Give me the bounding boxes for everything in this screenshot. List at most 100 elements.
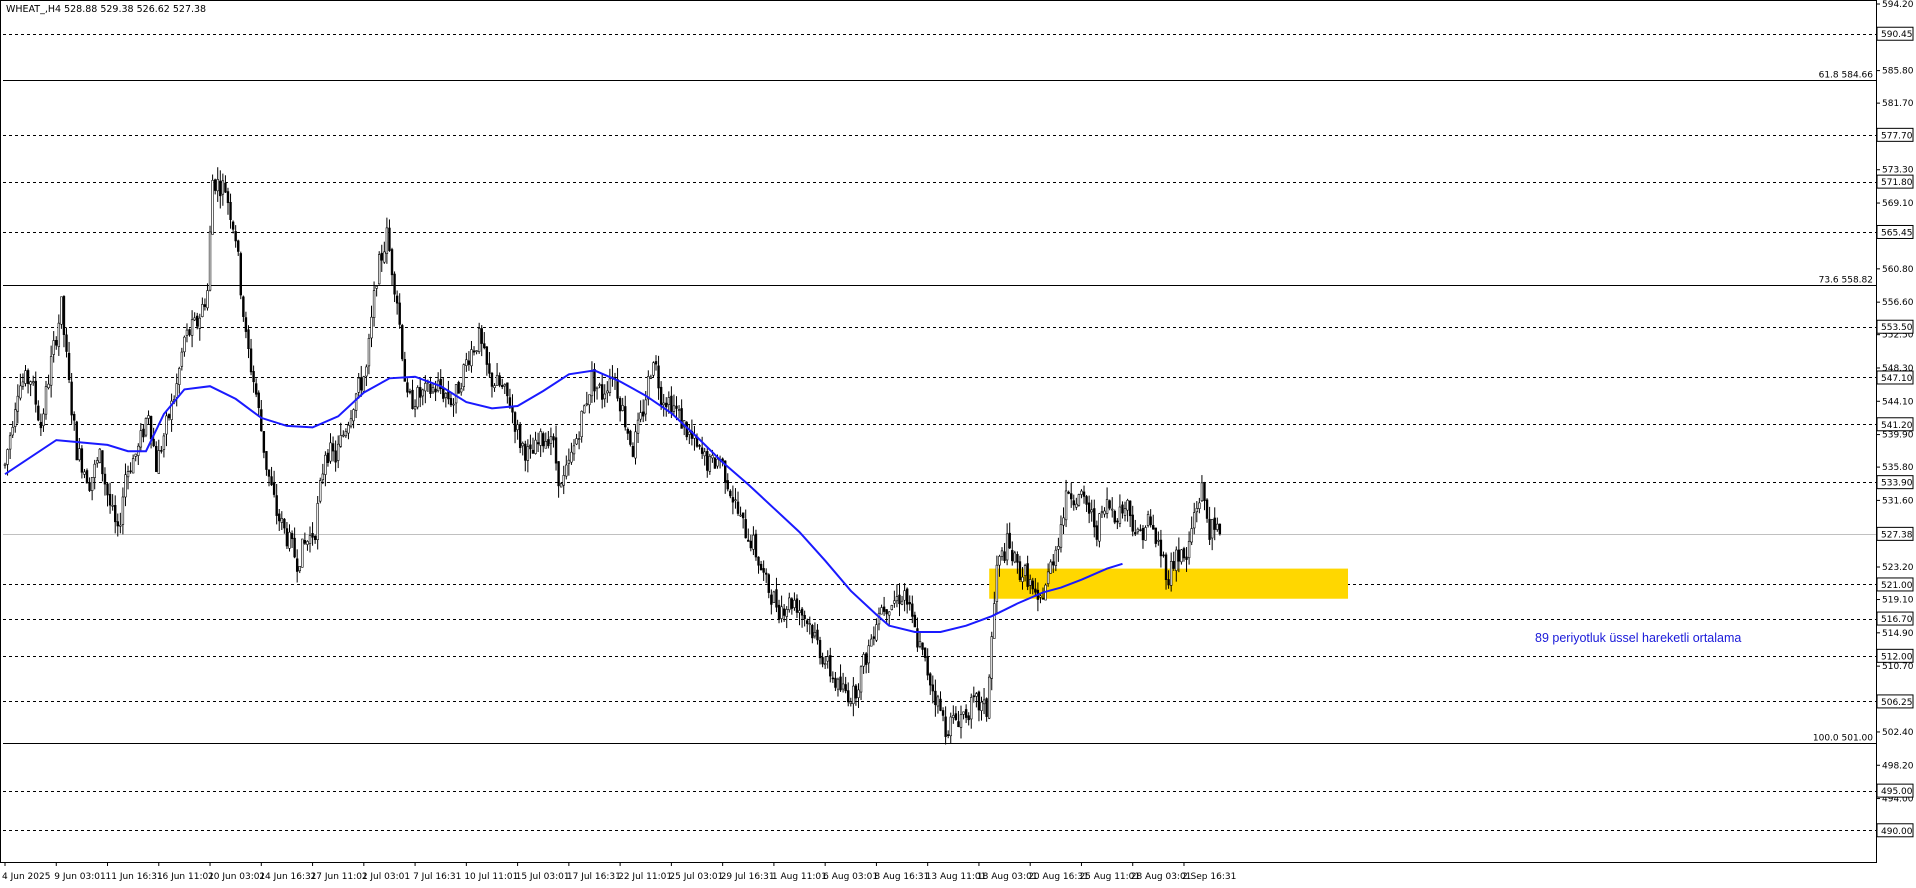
svg-text:541.20: 541.20 [1881, 421, 1913, 431]
candle [85, 468, 89, 484]
candle [416, 385, 419, 410]
x-tick-label: 25 Jul 03:01 [669, 872, 723, 882]
y-tick-label: 519.10 [1882, 596, 1914, 606]
candle [1144, 525, 1147, 541]
candle [319, 477, 322, 504]
x-tick-label: 1 Aug 11:01 [772, 872, 827, 882]
candle [652, 361, 655, 378]
x-tick-label: 27 Jun 11:01 [311, 872, 368, 882]
y-tick-label: 556.60 [1882, 298, 1914, 308]
price-level-label: 547.10 [1876, 370, 1914, 385]
svg-text:547.10: 547.10 [1881, 374, 1913, 384]
price-level-label: 512.00 [1876, 648, 1914, 663]
svg-text:533.90: 533.90 [1881, 479, 1913, 489]
x-tick-label: 8 Aug 16:31 [874, 872, 929, 882]
svg-text:521.00: 521.00 [1881, 581, 1913, 591]
candle [457, 380, 460, 394]
y-tick-label: 502.40 [1882, 728, 1914, 738]
fib-level-text: 100.0 501.00 [1813, 734, 1873, 744]
x-tick-label: 7 Jul 16:31 [413, 872, 461, 882]
candle [987, 674, 991, 720]
svg-text:516.70: 516.70 [1881, 615, 1913, 625]
x-tick-label: 22 Jul 11:01 [618, 872, 672, 882]
x-tick-label: 20 Jun 03:01 [208, 872, 265, 882]
price-level-label: 541.20 [1876, 417, 1914, 432]
chart-background [0, 0, 1916, 888]
symbol-ohlc-title: WHEAT_,H4 528.88 529.38 526.62 527.38 [6, 4, 206, 15]
price-level-label: 506.25 [1876, 694, 1914, 709]
x-tick-label: 16 Jun 11:01 [157, 872, 214, 882]
svg-text:553.50: 553.50 [1881, 323, 1913, 333]
svg-text:577.70: 577.70 [1881, 131, 1913, 141]
price-level-label: 553.50 [1876, 319, 1914, 334]
y-tick-label: 569.10 [1882, 199, 1914, 209]
price-level-label: 521.00 [1876, 577, 1914, 592]
y-tick-label: 531.60 [1882, 496, 1914, 506]
y-tick-label: 573.30 [1882, 166, 1914, 176]
ema-annotation-label: 89 periyotluk üssel hareketli ortalama [1535, 631, 1741, 645]
x-tick-label: 29 Jul 16:31 [721, 872, 775, 882]
price-chart: 61.8 584.66 73.6 558.82 100.0 501.00 594.2… [0, 0, 1916, 888]
x-tick-label: 6 Aug 03:01 [823, 872, 878, 882]
chart-container: 61.8 584.66 73.6 558.82 100.0 501.00 594.2… [0, 0, 1916, 888]
svg-text:565.45: 565.45 [1881, 228, 1913, 238]
candle [98, 448, 102, 464]
candle [401, 323, 404, 362]
x-tick-label: 15 Jul 03:01 [516, 872, 570, 882]
x-tick-label: 9 Jun 03:01 [54, 872, 105, 882]
y-tick-label: 539.90 [1882, 431, 1914, 441]
price-level-label: 565.45 [1876, 224, 1914, 239]
x-tick-label: 17 Jul 16:31 [567, 872, 621, 882]
y-tick-label: 498.20 [1882, 761, 1914, 771]
candle [60, 296, 63, 329]
candle [211, 174, 214, 235]
candle [713, 457, 717, 469]
candle [462, 363, 465, 391]
price-level-label: 590.45 [1876, 26, 1914, 41]
candle [377, 251, 381, 285]
price-level-label: 571.80 [1876, 174, 1914, 189]
price-level-label: 495.00 [1876, 783, 1914, 798]
y-tick-label: 581.70 [1882, 99, 1914, 109]
fib-level-text: 61.8 584.66 [1819, 71, 1874, 81]
price-level-label: 577.70 [1876, 127, 1914, 142]
x-tick-label: 10 Jul 11:01 [464, 872, 518, 882]
candle [1218, 523, 1222, 536]
price-level-label: 516.70 [1876, 611, 1914, 626]
y-tick-label: 544.10 [1882, 397, 1914, 407]
x-tick-label: 4 Jun 2025 [2, 872, 50, 882]
svg-text:527.38: 527.38 [1881, 530, 1913, 540]
y-tick-label: 535.80 [1882, 463, 1914, 473]
svg-text:490.00: 490.00 [1881, 827, 1913, 837]
y-tick-label: 594.20 [1882, 0, 1914, 10]
price-level-label: 490.00 [1876, 823, 1914, 838]
svg-text:495.00: 495.00 [1881, 787, 1913, 797]
candle [1013, 550, 1017, 564]
candle [583, 404, 586, 414]
x-tick-label: 24 Jun 16:31 [259, 872, 316, 882]
x-tick-label: 11 Jun 16:31 [106, 872, 163, 882]
svg-text:571.80: 571.80 [1881, 178, 1913, 188]
candle [44, 380, 48, 420]
svg-text:512.00: 512.00 [1881, 652, 1913, 662]
y-tick-label: 523.20 [1882, 563, 1914, 573]
candle [1113, 509, 1116, 525]
y-tick-label: 560.80 [1882, 265, 1914, 275]
candle [239, 251, 242, 300]
svg-text:590.45: 590.45 [1881, 30, 1913, 40]
candle [754, 529, 758, 561]
candle [629, 429, 632, 447]
svg-text:506.25: 506.25 [1881, 698, 1913, 708]
price-level-label: 533.90 [1876, 475, 1914, 490]
y-tick-label: 585.80 [1882, 67, 1914, 77]
candle [772, 590, 776, 604]
fib-level-text: 73.6 558.82 [1819, 276, 1873, 286]
candle [362, 375, 366, 393]
price-level-label: 527.38 [1876, 526, 1914, 541]
candle [208, 225, 212, 292]
y-tick-label: 514.90 [1882, 629, 1914, 639]
x-tick-label: 2 Sep 16:31 [1182, 872, 1236, 882]
candle [890, 604, 893, 611]
y-tick-label: 510.70 [1882, 662, 1914, 672]
candle [75, 420, 78, 461]
